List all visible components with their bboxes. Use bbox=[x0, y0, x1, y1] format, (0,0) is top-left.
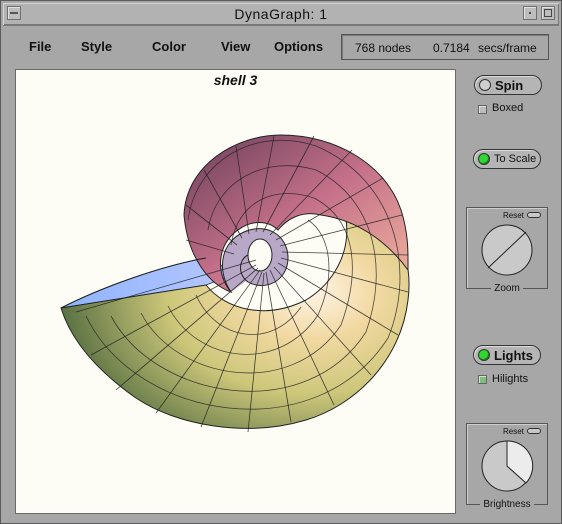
lights-label: Lights bbox=[494, 348, 533, 363]
maximize-icon[interactable] bbox=[541, 6, 555, 20]
zoom-caption: Zoom bbox=[467, 283, 547, 294]
hilights-label: Hilights bbox=[492, 373, 529, 385]
lights-led-icon bbox=[478, 349, 490, 361]
render-status: 768 nodes 0.7184 secs/frame bbox=[341, 34, 549, 60]
frame-time-unit: secs/frame bbox=[478, 41, 537, 55]
brightness-dial[interactable] bbox=[466, 423, 548, 505]
title-bar[interactable]: DynaGraph: 1 bbox=[3, 3, 559, 26]
frame-time: 0.7184 bbox=[433, 41, 470, 55]
lights-toggle[interactable]: Lights bbox=[473, 345, 541, 365]
graph-canvas[interactable]: shell 3 bbox=[15, 69, 456, 514]
spin-toggle[interactable]: Spin bbox=[474, 75, 542, 95]
zoom-dial-panel: Reset Zoom bbox=[466, 207, 548, 294]
brightness-dial-panel: Reset Brightness bbox=[466, 423, 548, 510]
spin-led-icon bbox=[479, 79, 491, 91]
menu-view[interactable]: View bbox=[221, 39, 250, 54]
menu-style[interactable]: Style bbox=[81, 39, 112, 54]
menu-bar: File Style Color View Options 768 nodes … bbox=[9, 31, 555, 63]
zoom-dial[interactable] bbox=[466, 207, 548, 289]
menu-options[interactable]: Options bbox=[274, 39, 323, 54]
spin-label: Spin bbox=[495, 78, 524, 93]
boxed-checkbox[interactable] bbox=[478, 105, 487, 114]
hilights-checkbox[interactable] bbox=[478, 375, 487, 384]
shell-surface bbox=[60, 134, 410, 433]
to-scale-label: To Scale bbox=[494, 153, 537, 165]
brightness-caption: Brightness bbox=[467, 499, 547, 510]
to-scale-toggle[interactable]: To Scale bbox=[473, 149, 541, 169]
to-scale-led-icon bbox=[478, 153, 490, 165]
minimize-icon[interactable] bbox=[523, 6, 537, 20]
node-count: 768 nodes bbox=[355, 41, 412, 55]
window-title: DynaGraph: 1 bbox=[234, 6, 328, 22]
menu-file[interactable]: File bbox=[29, 39, 51, 54]
dynagraph-window: DynaGraph: 1 File Style Color View Optio… bbox=[0, 0, 562, 524]
boxed-label: Boxed bbox=[492, 102, 524, 114]
menu-color[interactable]: Color bbox=[152, 39, 186, 54]
